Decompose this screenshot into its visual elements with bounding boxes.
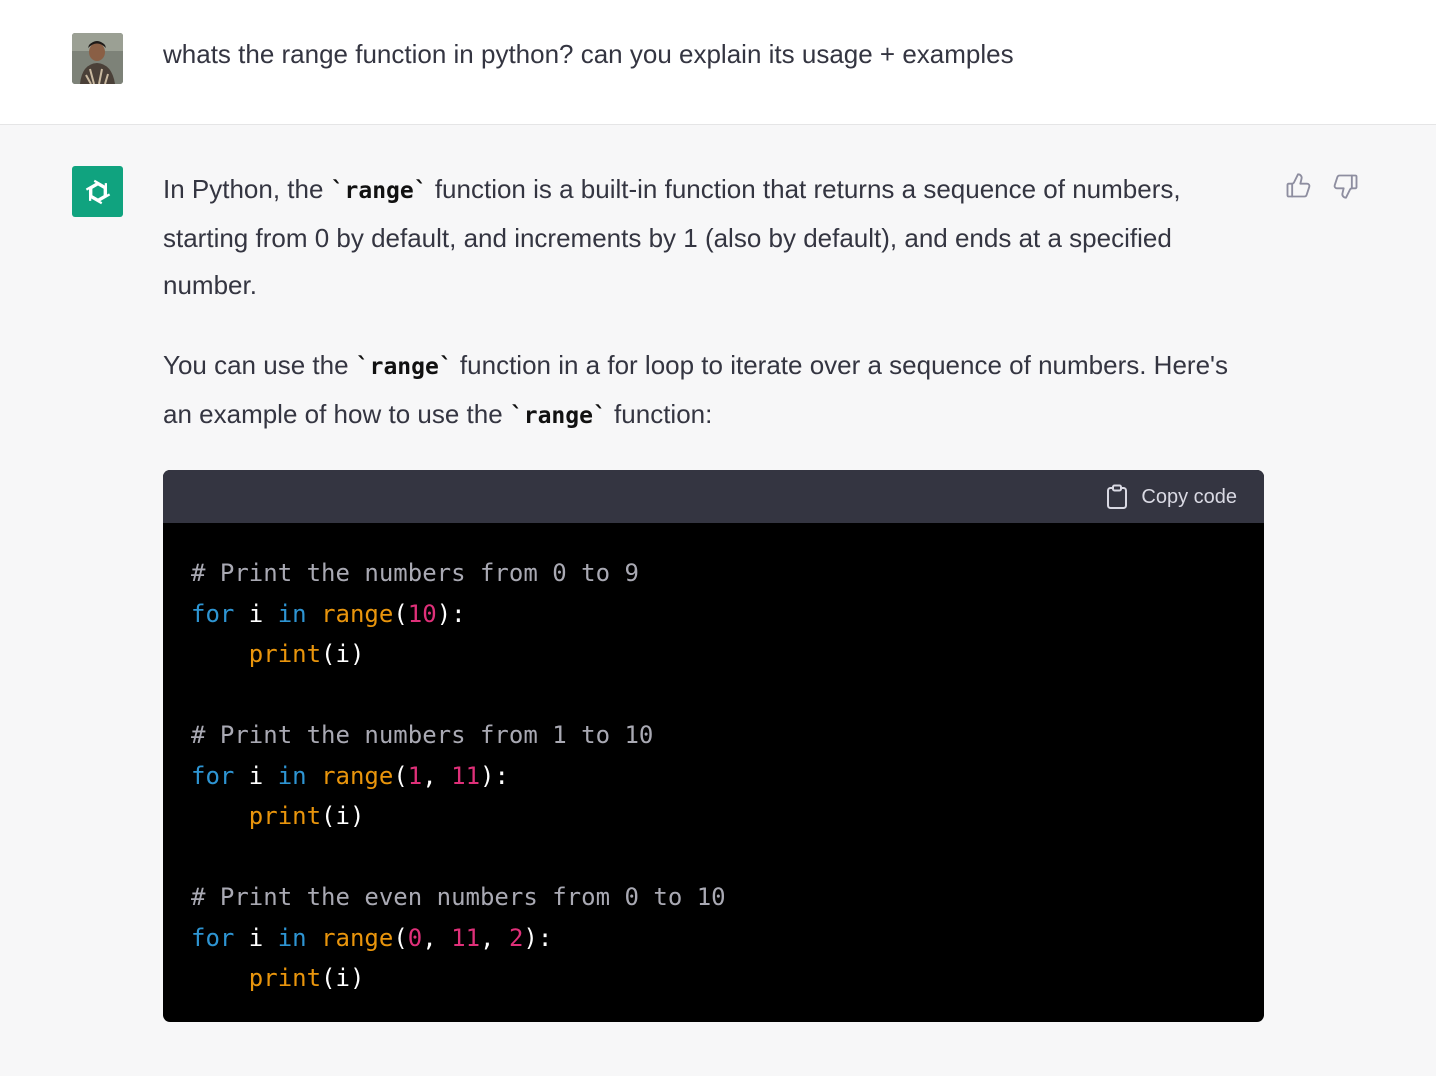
assistant-message-row: In Python, the `range` function is a bui… — [0, 125, 1436, 1076]
thumbs-down-button[interactable] — [1332, 172, 1360, 200]
code-token: i — [234, 761, 278, 790]
code-token: for — [191, 761, 235, 790]
code-token: ): — [436, 599, 466, 628]
clipboard-icon — [1107, 484, 1128, 509]
copy-code-label: Copy code — [1141, 485, 1237, 508]
assistant-avatar — [72, 166, 123, 217]
message-paragraph: In Python, the `range` function is a bui… — [163, 166, 1263, 309]
code-token: 2 — [508, 923, 524, 952]
paragraph-text: In Python, the — [163, 174, 331, 204]
user-message-row: whats the range function in python? can … — [0, 0, 1436, 125]
paragraph-text: You can use the — [163, 350, 356, 380]
code-token: i — [234, 923, 278, 952]
code-token: range — [321, 599, 394, 628]
code-token: 10 — [407, 599, 437, 628]
code-line: print(i) — [191, 634, 1236, 675]
code-token: , — [422, 923, 452, 952]
code-line: print(i) — [191, 796, 1236, 837]
thumbs-up-button[interactable] — [1284, 172, 1312, 200]
code-token: 0 — [407, 923, 423, 952]
code-line: for i in range(1, 11): — [191, 756, 1236, 797]
code-token: , — [480, 923, 509, 952]
user-message-text: whats the range function in python? can … — [163, 39, 1014, 69]
code-line: # Print the numbers from 1 to 10 — [191, 715, 1236, 756]
code-token: i — [234, 599, 278, 628]
copy-code-button[interactable]: Copy code — [1106, 483, 1237, 511]
code-token: # Print the numbers from 0 to 9 — [191, 559, 639, 587]
inline-code: `range` — [330, 178, 428, 204]
code-token: print — [248, 802, 322, 830]
assistant-message-text: In Python, the `range` function is a bui… — [163, 166, 1263, 440]
code-token: for — [191, 923, 235, 952]
user-avatar-image — [72, 33, 123, 84]
thumbs-up-icon — [1286, 173, 1311, 198]
code-block-header: Copy code — [163, 470, 1264, 523]
code-token: (i) — [321, 640, 365, 668]
code-token: print — [248, 640, 322, 668]
code-token: # Print the even numbers from 0 to 10 — [191, 883, 726, 911]
paragraph-text: function: — [606, 399, 713, 429]
code-block: Copy code # Print the numbers from 0 to … — [163, 470, 1264, 1022]
code-token: range — [321, 761, 394, 790]
inline-code: `range` — [509, 403, 607, 429]
code-line: print(i) — [191, 958, 1236, 999]
user-avatar — [72, 33, 123, 84]
code-token: ( — [393, 761, 408, 790]
code-line: # Print the numbers from 0 to 9 — [191, 553, 1236, 594]
code-token: # Print the numbers from 1 to 10 — [191, 721, 654, 749]
feedback-buttons — [1284, 172, 1360, 200]
inline-code: `range` — [355, 354, 453, 380]
code-line: for i in range(10): — [191, 594, 1236, 635]
code-line: for i in range(0, 11, 2): — [191, 918, 1236, 959]
code-token: ): — [480, 761, 509, 790]
code-token: in — [277, 923, 307, 952]
code-token: in — [277, 599, 307, 628]
code-token: ( — [393, 599, 408, 628]
code-token: ( — [393, 923, 408, 952]
code-token: print — [248, 964, 322, 992]
thumbs-down-icon — [1333, 174, 1358, 199]
message-paragraph: You can use the `range` function in a fo… — [163, 342, 1263, 440]
code-line: # Print the even numbers from 0 to 10 — [191, 877, 1236, 918]
code-token: 11 — [451, 923, 481, 952]
code-content: # Print the numbers from 0 to 9 for i in … — [163, 523, 1264, 999]
code-token: (i) — [321, 964, 365, 992]
code-token: in — [277, 761, 307, 790]
code-token: for — [191, 599, 235, 628]
code-token: 1 — [407, 761, 423, 790]
code-token: 11 — [451, 761, 481, 790]
openai-logo-icon — [85, 179, 110, 204]
code-token: ): — [523, 923, 553, 952]
code-token: range — [321, 923, 394, 952]
code-token: (i) — [321, 802, 365, 830]
code-token: , — [422, 761, 452, 790]
